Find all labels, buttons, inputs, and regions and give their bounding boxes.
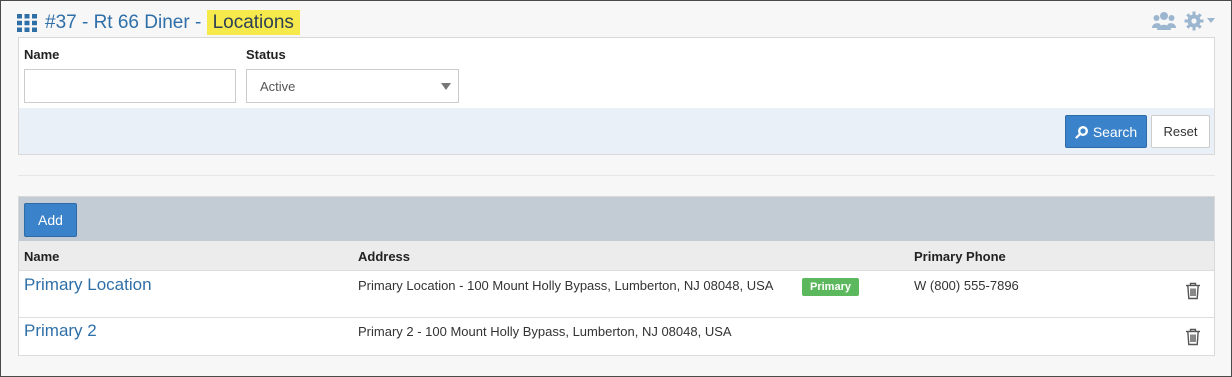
name-filter-input[interactable]: [24, 69, 236, 103]
column-header-primary-phone: Primary Phone: [914, 249, 1006, 264]
caret-down-icon: [1207, 18, 1215, 23]
add-button-label: Add: [38, 212, 63, 228]
page-header: #37 - Rt 66 Diner - Locations: [17, 9, 300, 37]
page-title-prefix: #37 - Rt 66 Diner -: [45, 12, 207, 33]
filter-panel: Name Status Active Search Reset: [18, 37, 1215, 155]
trash-icon[interactable]: [1185, 328, 1201, 346]
reset-button-label: Reset: [1163, 124, 1198, 139]
users-icon[interactable]: [1152, 11, 1176, 31]
table-row: Primary 2 Primary 2 - 100 Mount Holly By…: [19, 319, 1214, 356]
search-button-label: Search: [1092, 123, 1138, 140]
page-frame: #37 - Rt 66 Diner - Locations Name Statu…: [0, 0, 1232, 377]
primary-badge: Primary: [802, 278, 859, 296]
search-icon: [1075, 125, 1088, 139]
add-location-button[interactable]: Add: [24, 203, 77, 237]
settings-menu[interactable]: [1184, 11, 1215, 31]
grid-icon[interactable]: [17, 14, 37, 32]
column-header-address: Address: [358, 249, 411, 264]
location-name-link[interactable]: Primary 2: [24, 321, 97, 341]
name-filter-label: Name: [24, 47, 60, 62]
table-toolbar: Add: [19, 197, 1214, 241]
reset-button[interactable]: Reset: [1151, 115, 1210, 148]
section-divider: [18, 175, 1215, 176]
header-actions: [1152, 11, 1215, 31]
trash-icon[interactable]: [1185, 282, 1201, 300]
filter-actions-bar: Search Reset: [19, 108, 1214, 154]
gear-icon: [1184, 11, 1204, 31]
search-button[interactable]: Search: [1065, 115, 1147, 148]
location-address: Primary Location - 100 Mount Holly Bypas…: [358, 278, 774, 293]
page-title: #37 - Rt 66 Diner - Locations: [45, 10, 300, 35]
select-caret-icon: [441, 83, 451, 90]
table-header: Name Address Primary Phone: [19, 241, 1214, 271]
location-name-link[interactable]: Primary Location: [24, 275, 152, 295]
column-header-name: Name: [24, 249, 60, 264]
status-filter-select[interactable]: Active: [246, 69, 459, 103]
table-row: Primary Location Primary Location - 100 …: [19, 272, 1214, 318]
location-phone: W (800) 555-7896: [914, 278, 1019, 293]
page-title-highlight: Locations: [206, 10, 300, 35]
status-filter-label: Status: [246, 47, 286, 62]
status-filter-value: Active: [260, 78, 296, 94]
locations-table-panel: Add Name Address Primary Phone Primary L…: [18, 196, 1215, 356]
location-address: Primary 2 - 100 Mount Holly Bypass, Lumb…: [358, 324, 732, 339]
